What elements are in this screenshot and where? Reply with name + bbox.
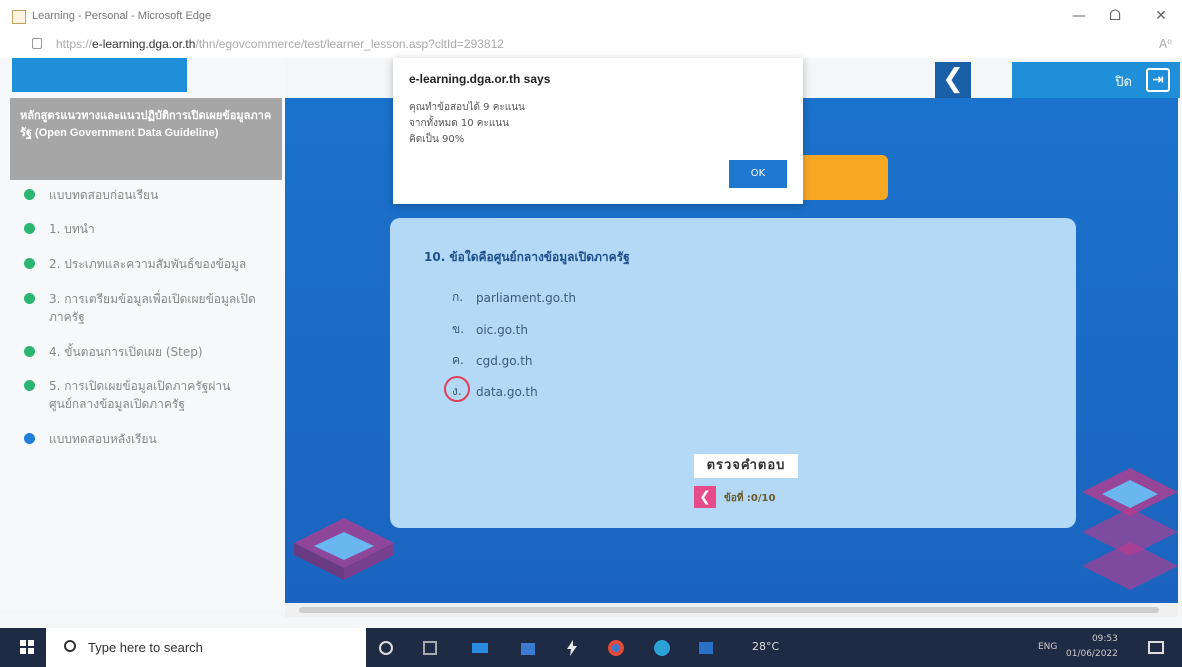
- outlook-icon[interactable]: [696, 638, 716, 658]
- course-title: หลักสูตรแนวทางและแนวปฏิบัติการเปิดเผยข้อ…: [10, 98, 282, 180]
- sidebar-item-data-types[interactable]: 2. ประเภทและความสัมพันธ์ของข้อมูล: [24, 255, 259, 273]
- dialog-total-line: จากทั้งหมด 10 คะแนน: [409, 118, 509, 129]
- option-text: oic.go.th: [476, 322, 528, 337]
- app-favicon-icon: [12, 10, 26, 24]
- edge-icon[interactable]: [652, 638, 672, 658]
- restore-button[interactable]: ᗝ: [1100, 8, 1130, 24]
- minimize-button[interactable]: —: [1064, 8, 1094, 24]
- score-alert-dialog: e-learning.dga.or.th says คุณทำข้อสอบได้…: [393, 58, 803, 204]
- sidebar-item-pretest[interactable]: แบบทดสอบก่อนเรียน: [24, 186, 259, 204]
- option-key: ก.: [452, 290, 464, 304]
- answer-option-c[interactable]: ค. cgd.go.th: [452, 351, 533, 370]
- horizontal-scrollbar[interactable]: [285, 603, 1178, 617]
- search-placeholder: Type here to search: [88, 640, 203, 655]
- sidebar-item-publish[interactable]: 5. การเปิดเผยข้อมูลเปิดภาครัฐผ่านศูนย์กล…: [24, 377, 259, 413]
- sidebar-item-label: 5. การเปิดเผยข้อมูลเปิดภาครัฐผ่านศูนย์กล…: [49, 379, 231, 411]
- sidebar-menu-button[interactable]: [12, 58, 187, 92]
- close-window-button[interactable]: ✕: [1146, 8, 1176, 24]
- window-title-bar: Learning - Personal - Microsoft Edge — ᗝ…: [0, 0, 1182, 32]
- status-dot-icon: [24, 293, 35, 304]
- clock-date: 01/06/2022: [1066, 649, 1118, 659]
- ok-button[interactable]: OK: [729, 160, 787, 188]
- status-dot-icon: [24, 258, 35, 269]
- previous-question-button[interactable]: ❮: [694, 486, 716, 508]
- scrollbar-thumb[interactable]: [299, 607, 1159, 613]
- clock-time: 09:53: [1091, 634, 1118, 644]
- status-dot-icon: [24, 380, 35, 391]
- back-button[interactable]: ❮: [935, 62, 971, 98]
- power-automate-icon[interactable]: [562, 638, 582, 658]
- status-dot-icon: [24, 346, 35, 357]
- windows-start-icon[interactable]: [8, 628, 46, 667]
- selected-answer-marker-icon: [444, 376, 470, 402]
- sidebar-item-label: แบบทดสอบก่อนเรียน: [49, 188, 159, 202]
- url-text[interactable]: https://e-learning.dga.or.th/thn/egovcom…: [56, 37, 504, 51]
- sidebar-item-data-prep[interactable]: 3. การเตรียมข้อมูลเพื่อเปิดเผยข้อมูลเปิด…: [24, 290, 259, 326]
- widgets-icon[interactable]: [420, 638, 440, 658]
- sidebar-item-steps[interactable]: 4. ขั้นตอนการเปิดเผย (Step): [24, 343, 259, 361]
- window-title: Learning - Personal - Microsoft Edge: [32, 10, 212, 22]
- chrome-icon[interactable]: [606, 638, 626, 658]
- option-text: cgd.go.th: [476, 353, 533, 368]
- sidebar-item-label: 4. ขั้นตอนการเปิดเผย (Step): [49, 345, 203, 359]
- dialog-score-line: คุณทำข้อสอบได้ 9 คะแนน: [409, 102, 525, 113]
- taskbar-search-input[interactable]: Type here to search: [46, 628, 366, 667]
- status-dot-icon: [24, 189, 35, 200]
- option-key: ข.: [452, 322, 465, 336]
- option-key: ค.: [452, 353, 464, 367]
- weather-temp[interactable]: 28°C: [752, 640, 779, 653]
- notifications-icon[interactable]: [1146, 638, 1166, 658]
- answer-option-a[interactable]: ก. parliament.go.th: [452, 288, 576, 307]
- sidebar-item-label: 1. บทนำ: [49, 222, 95, 236]
- read-aloud-icon[interactable]: A⁰: [1159, 37, 1172, 51]
- system-clock[interactable]: 09:53 01/06/2022: [1066, 632, 1118, 662]
- dialog-title: e-learning.dga.or.th says: [409, 72, 551, 86]
- question-text: 10. ข้อใดคือศูนย์กลางข้อมูลเปิดภาครัฐ: [424, 250, 630, 264]
- check-answer-button[interactable]: ตรวจคำตอบ: [694, 454, 798, 478]
- address-bar[interactable]: https://e-learning.dga.or.th/thn/egovcom…: [0, 32, 1182, 58]
- exit-button[interactable]: ปิด ⇥: [1012, 62, 1180, 98]
- dialog-percent-line: คิดเป็น 90%: [409, 134, 465, 145]
- status-dot-icon: [24, 433, 35, 444]
- iso-tile-decoration-icon: [294, 518, 394, 580]
- answer-option-b[interactable]: ข. oic.go.th: [452, 320, 528, 339]
- windows-taskbar: Type here to search 28°C ENG 09:53 01/06…: [0, 628, 1182, 667]
- lesson-sidebar: หลักสูตรแนวทางและแนวปฏิบัติการเปิดเผยข้อ…: [0, 58, 285, 610]
- exit-icon: ⇥: [1146, 68, 1170, 92]
- answer-option-d[interactable]: ง. data.go.th: [444, 376, 538, 402]
- sidebar-item-label: 2. ประเภทและความสัมพันธ์ของข้อมูล: [49, 257, 247, 271]
- sidebar-item-intro[interactable]: 1. บทนำ: [24, 220, 259, 238]
- iso-stack-decoration-icon: [1082, 468, 1178, 590]
- lock-icon[interactable]: [32, 38, 42, 49]
- search-icon: [64, 640, 76, 652]
- url-prefix: https://: [56, 37, 93, 51]
- quiz-card: 10. ข้อใดคือศูนย์กลางข้อมูลเปิดภาครัฐ ก.…: [390, 218, 1076, 528]
- status-dot-icon: [24, 223, 35, 234]
- option-text: parliament.go.th: [476, 290, 576, 305]
- store-icon[interactable]: [518, 638, 538, 658]
- question-counter: ข้อที่ :0/10: [724, 493, 776, 504]
- option-text: data.go.th: [476, 384, 538, 399]
- orange-action-button[interactable]: [790, 155, 888, 200]
- sidebar-item-label: แบบทดสอบหลังเรียน: [49, 432, 157, 446]
- mail-icon[interactable]: [470, 638, 490, 658]
- input-language[interactable]: ENG: [1038, 642, 1057, 652]
- task-view-icon[interactable]: [376, 638, 396, 658]
- sidebar-item-posttest[interactable]: แบบทดสอบหลังเรียน: [24, 430, 259, 448]
- url-path: /thn/egovcommerce/test/learner_lesson.as…: [195, 37, 504, 51]
- sidebar-item-label: 3. การเตรียมข้อมูลเพื่อเปิดเผยข้อมูลเปิด…: [49, 292, 256, 324]
- exit-label: ปิด: [1115, 75, 1132, 90]
- url-host: e-learning.dga.or.th: [92, 37, 196, 51]
